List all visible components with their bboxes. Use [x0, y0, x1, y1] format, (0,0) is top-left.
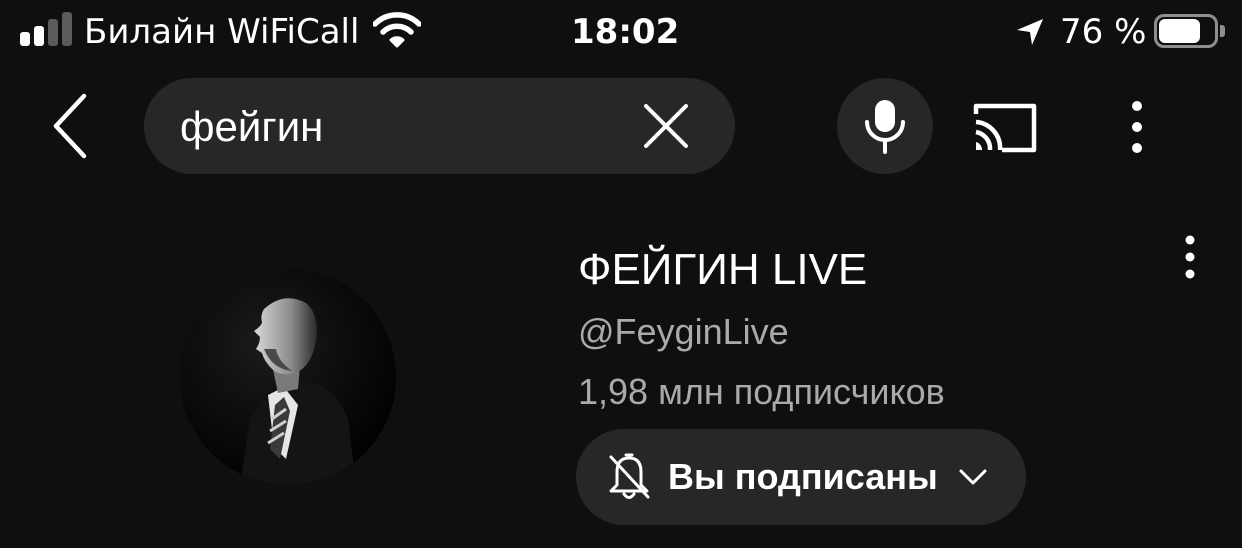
- carrier-name: Билайн WiFiCall: [84, 12, 360, 52]
- cast-icon: [973, 103, 1037, 153]
- channel-handle: @FeyginLive: [578, 311, 789, 352]
- channel-name[interactable]: ФЕЙГИН LIVE: [578, 244, 867, 296]
- signal-icon: [20, 12, 74, 46]
- search-field[interactable]: фейгин: [144, 78, 735, 174]
- battery-icon: [1154, 14, 1226, 48]
- subscribed-button[interactable]: Вы подписаны: [576, 429, 1026, 525]
- status-bar: Билайн WiFiCall 18:02 76 %: [0, 0, 1242, 64]
- cast-button[interactable]: [970, 100, 1038, 154]
- battery-percent: 76 %: [1060, 12, 1147, 52]
- location-arrow-icon: [1014, 16, 1046, 48]
- channel-avatar[interactable]: [180, 269, 396, 485]
- clear-search-button[interactable]: [640, 100, 692, 152]
- status-time: 18:02: [571, 12, 680, 52]
- more-vert-icon: [1185, 235, 1195, 279]
- back-button[interactable]: [40, 86, 104, 166]
- voice-search-button[interactable]: [837, 78, 933, 174]
- subscriber-count: 1,98 млн подписчиков: [578, 371, 945, 412]
- search-input[interactable]: фейгин: [180, 104, 323, 150]
- subscribed-button-label: Вы подписаны: [668, 456, 938, 497]
- avatar: [180, 269, 396, 485]
- channel-more-button[interactable]: [1170, 234, 1210, 280]
- more-vert-icon: [1132, 101, 1142, 153]
- chevron-down-icon: [959, 469, 987, 485]
- wifi-icon: [372, 12, 422, 48]
- back-icon: [53, 93, 87, 159]
- toolbar-more-button[interactable]: [1112, 98, 1162, 156]
- mic-icon: [865, 100, 905, 154]
- bell-off-icon: [609, 453, 650, 499]
- clear-icon: [644, 104, 688, 148]
